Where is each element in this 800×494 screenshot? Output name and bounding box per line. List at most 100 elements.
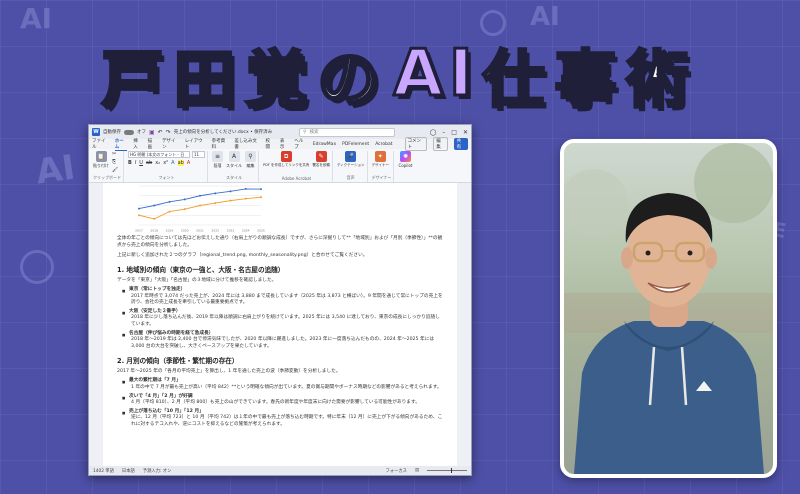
- chart-x-tick-label: 2019: [166, 229, 174, 233]
- pdf-create-button[interactable]: ⧉ PDF を作成してリンクを共有: [263, 151, 309, 168]
- autosave-state: オフ: [137, 130, 146, 135]
- chart-point: [168, 210, 171, 213]
- undo-icon[interactable]: ↶: [158, 129, 163, 136]
- font-group: HG 明朝 (本文のフォント - 日 11 B I U ab x₂ x² A a…: [126, 151, 208, 182]
- paste-button[interactable]: 📋 貼り付け: [93, 151, 109, 169]
- list-item-head: 東京（常にトップを独走）: [122, 287, 443, 294]
- section-heading-1: 1. 地域別の傾向（東京の一強と、大阪・名古屋の追随）: [117, 266, 285, 274]
- word-count[interactable]: 1402 単語: [93, 468, 114, 474]
- styles-button[interactable]: A スタイル: [226, 151, 242, 169]
- font-name-select[interactable]: HG 明朝 (本文のフォント - 日: [128, 151, 190, 158]
- font-color-button[interactable]: A: [187, 160, 190, 166]
- edit-button[interactable]: ⚲ 編集: [245, 151, 256, 169]
- list-item-text: 2017 年時点で 3,074 だった売上が、2024 年には 3,880 まで…: [131, 293, 443, 306]
- menu-bar: ファイル ホーム 挿入 描画 デザイン レイアウト 参考資料 差し込み文書 校閲…: [89, 137, 471, 151]
- font-size-select[interactable]: 11: [192, 151, 205, 158]
- menu-review[interactable]: 校閲: [266, 138, 274, 150]
- search-placeholder: 検索: [309, 130, 319, 135]
- chart-point: [199, 194, 201, 197]
- menu-layout[interactable]: レイアウト: [185, 138, 206, 150]
- copy-icon[interactable]: ⎘: [112, 159, 118, 165]
- save-icon[interactable]: ▣: [149, 129, 155, 136]
- menu-home[interactable]: ホーム: [114, 138, 128, 151]
- maximize-button[interactable]: □: [451, 129, 457, 136]
- chart-point: [183, 208, 186, 211]
- section-2-intro: 2017 年～2025 年の「各月の平均売上」を算出し、1 年を通した売上の波（…: [117, 369, 341, 375]
- menu-acrobat[interactable]: Acrobat: [375, 142, 392, 147]
- menu-edrawmax[interactable]: EdrawMax: [313, 142, 336, 147]
- list-item-text: 1 年の中で 7 月が最も売上が高い（平均 842）**という明確な傾向が出てい…: [131, 384, 442, 390]
- copilot-button[interactable]: ✺ Copilot: [398, 151, 412, 168]
- voice-group: 🎤 ディクテーション 音声: [335, 151, 368, 182]
- close-button[interactable]: ✕: [463, 129, 468, 136]
- chart-series-line: [138, 196, 262, 220]
- search-icon: ⚲: [303, 129, 307, 135]
- document-page[interactable]: 2017 2018 2019 2020 2021 2022 2023 2024 2025 全体の…: [103, 183, 457, 466]
- account-icon[interactable]: ◯: [430, 129, 437, 136]
- chart-point: [168, 200, 171, 203]
- acrobat-group: ⧉ PDF を作成してリンクを共有 ✎ 署名を依頼 Adobe Acrobat: [261, 151, 333, 182]
- menu-view[interactable]: 表示: [280, 138, 288, 150]
- menu-design[interactable]: デザイン: [162, 138, 179, 150]
- signature-request-button[interactable]: ✎ 署名を依頼: [312, 151, 330, 168]
- word-window: W 自動保存 オフ ▣ ↶ ↷ 売上の傾向を分析してください.docx • 保存…: [88, 124, 472, 476]
- strikethrough-button[interactable]: ab: [146, 160, 152, 166]
- copilot-group: ✺ Copilot: [396, 151, 414, 182]
- menu-insert[interactable]: 挿入: [133, 138, 141, 150]
- cut-icon[interactable]: ✂: [112, 151, 118, 157]
- chart-point: [153, 204, 156, 207]
- autosave-label: 自動保存: [103, 130, 121, 135]
- edit-mode-button[interactable]: 編集: [433, 137, 448, 151]
- chart-point: [214, 202, 217, 205]
- menu-draw[interactable]: 描画: [148, 138, 156, 150]
- menu-help[interactable]: ヘルプ: [294, 138, 307, 150]
- language-status[interactable]: 日本語: [122, 468, 135, 474]
- view-mode-icon[interactable]: ▤: [415, 468, 419, 473]
- text-effects-button[interactable]: A: [171, 160, 174, 166]
- dictate-button[interactable]: 🎤 ディクテーション: [337, 151, 365, 168]
- paragraph-icon: ≡: [212, 151, 223, 162]
- person-illustration: [564, 143, 773, 474]
- chart-x-tick-label: 2025: [257, 229, 265, 233]
- comments-button[interactable]: コメント: [404, 137, 428, 151]
- italic-button[interactable]: I: [135, 160, 136, 166]
- trend-chart-svg: 2017 2018 2019 2020 2021 2022 2023 2024 2025: [135, 185, 265, 233]
- highlight-button[interactable]: ab: [177, 160, 184, 166]
- underline-button[interactable]: U: [139, 160, 143, 166]
- menu-references[interactable]: 参考資料: [212, 138, 229, 150]
- predictive-text-status[interactable]: 予測入力: オン: [143, 468, 172, 474]
- superscript-button[interactable]: x²: [163, 160, 168, 166]
- title-prefix: 戸田覚の: [100, 42, 390, 118]
- title-ai: AI: [392, 36, 479, 113]
- bold-button[interactable]: B: [128, 160, 132, 166]
- chart-x-tick-label: 2021: [196, 229, 204, 233]
- designer-group: ✦ デザイナー デザイナー: [370, 151, 395, 182]
- search-box[interactable]: ⚲ 検索: [299, 127, 396, 137]
- menu-file[interactable]: ファイル: [92, 138, 109, 150]
- subscript-button[interactable]: x₂: [155, 160, 160, 166]
- designer-button[interactable]: ✦ デザイナー: [372, 151, 389, 168]
- microphone-icon: 🎤: [345, 151, 357, 162]
- focus-button[interactable]: フォーカス: [385, 468, 406, 474]
- format-painter-icon[interactable]: 🖌: [112, 167, 118, 173]
- chart-point: [214, 192, 217, 195]
- redo-icon[interactable]: ↷: [166, 129, 171, 136]
- background-ai-mark: AI: [33, 147, 78, 193]
- chart-x-tick-label: 2023: [227, 229, 235, 233]
- chart-point: [229, 199, 232, 202]
- menu-pdfelement[interactable]: PDFelement: [342, 142, 369, 147]
- chart-point: [260, 188, 262, 191]
- chart-point: [260, 196, 262, 199]
- minimize-button[interactable]: –: [442, 129, 445, 136]
- clipboard-group: 📋 貼り付け ✂ ⎘ 🖌 クリップボード: [91, 151, 124, 182]
- status-bar: 1402 単語 日本語 予測入力: オン フォーカス ▤: [89, 466, 471, 475]
- chart-x-tick-label: 2020: [181, 229, 189, 233]
- zoom-slider[interactable]: [427, 468, 467, 473]
- chart-point: [138, 207, 140, 210]
- paragraph-button[interactable]: ≡ 段落: [212, 151, 223, 169]
- copilot-icon: ✺: [399, 151, 411, 162]
- ribbon: 📋 貼り付け ✂ ⎘ 🖌 クリップボード HG 明朝 (本文のフォント - 日 …: [89, 149, 471, 183]
- menu-mailings[interactable]: 差し込み文書: [234, 138, 259, 150]
- share-button[interactable]: 共有: [453, 138, 469, 150]
- autosave-toggle[interactable]: [124, 129, 134, 135]
